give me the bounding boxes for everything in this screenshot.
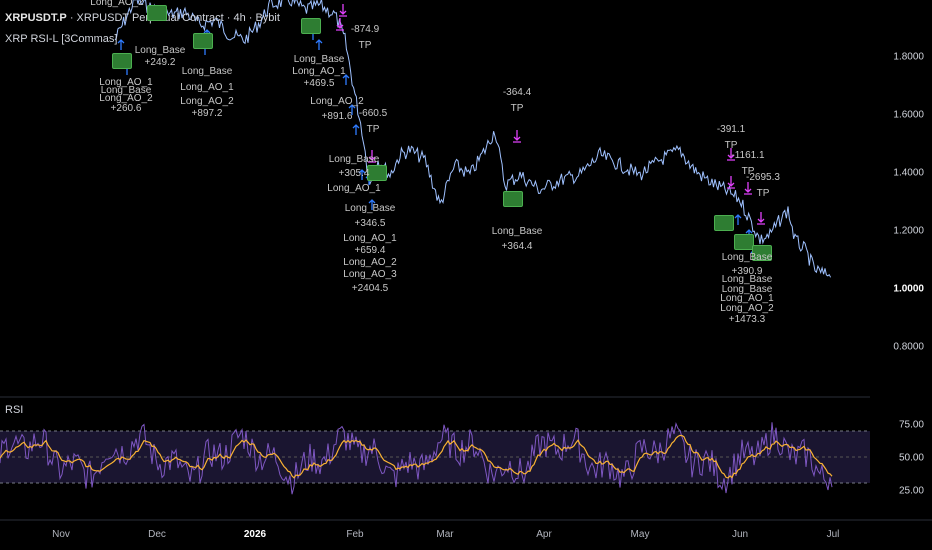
time-tick: 2026: [243, 529, 267, 540]
indicator-legend[interactable]: XRP RSI-L [3Commas]: [5, 33, 117, 45]
trade-label-line: +659.4: [354, 245, 386, 256]
trade-label-line: +1473.3: [728, 314, 766, 325]
symbol-separator: ·: [69, 12, 77, 24]
rsi-tick: 25.00: [898, 485, 924, 497]
price-axis[interactable]: 1.8000 1.6000 1.4000 1.2000 1.0000 0.800…: [872, 0, 932, 520]
price-tick: 1.8000: [893, 51, 924, 63]
tp-label: -364.4 TP: [503, 87, 531, 115]
trade-label-line: Long_AO_1: [343, 233, 397, 244]
tp-label-value: -364.4: [502, 87, 532, 98]
price-tick: 0.8000: [893, 341, 924, 353]
long-entry-marker[interactable]: [112, 53, 132, 69]
trade-label-line: +364.4: [501, 241, 533, 252]
trade-label-line: +2404.5: [351, 283, 389, 294]
tp-arrows: [336, 4, 765, 225]
price-tick: 1.4000: [893, 167, 924, 179]
trade-label-line: Long_Base: [491, 226, 543, 237]
long-entry-marker[interactable]: [193, 33, 213, 49]
price-tick: 1.6000: [893, 109, 924, 121]
trade-label-line: Long_Base: [328, 154, 380, 165]
trade-label: Long_AO_2: [90, 0, 143, 9]
symbol-ticker: XRPUSDT.P: [5, 12, 67, 24]
tp-label: -660.5 TP: [359, 108, 387, 136]
trade-label: Long_Base Long_AO_1 Long_AO_2 +897.2: [180, 66, 233, 120]
entry-arrow: [315, 39, 323, 50]
trade-label-line: Long_AO_2: [180, 96, 234, 107]
trade-label-line: Long_AO_3: [343, 269, 397, 280]
tp-label-text: TP: [756, 188, 770, 199]
time-tick: Dec: [148, 529, 166, 540]
time-tick: Jul: [826, 529, 840, 540]
tp-label-value: -391.1: [716, 124, 746, 135]
time-tick: Mar: [436, 529, 454, 540]
trade-label-line: +249.2: [144, 57, 176, 68]
trade-label-line: Long_AO_1: [292, 66, 346, 77]
trade-label-line: +305.4: [338, 168, 370, 179]
entry-arrow: [117, 39, 125, 50]
trade-label-line: Long_AO_2: [310, 96, 364, 107]
long-entry-marker[interactable]: [734, 234, 754, 250]
rsi-pane-title[interactable]: RSI: [5, 404, 23, 416]
symbol-description: XRPUSDT Perpetual Contract · 4h · Bybit: [76, 12, 280, 24]
tp-arrow: [757, 212, 765, 225]
trade-label-line: Long_AO_2: [343, 257, 397, 268]
tp-arrow: [339, 4, 347, 17]
long-entry-marker[interactable]: [503, 191, 523, 207]
trade-label: Long_Base +249.2: [135, 45, 186, 69]
trade-label-line: +346.5: [354, 218, 386, 229]
trade-label: Long_Base Long_AO_1 +469.5: [292, 54, 345, 90]
tp-label-value: -660.5: [358, 108, 388, 119]
trade-label: Long_Base +346.5 Long_AO_1 +659.4 Long_A…: [343, 203, 396, 295]
time-tick: Jun: [731, 529, 749, 540]
time-tick: Apr: [536, 529, 552, 540]
trade-label: Long_AO_1 Long_Base Long_AO_2 +260.6: [99, 77, 152, 115]
trade-label: Long_Base +390.9 Long_Base Long_Base Lon…: [720, 252, 773, 326]
rsi-tick: 50.00: [898, 452, 924, 464]
trade-label-line: Long_AO_1: [180, 82, 234, 93]
tp-label-text: TP: [358, 40, 372, 51]
trade-label-line: Long_Base: [181, 66, 233, 77]
time-tick: Feb: [346, 529, 364, 540]
trade-label-line: +897.2: [191, 108, 223, 119]
rsi-tick: 75.00: [898, 419, 924, 431]
tp-label-text: TP: [510, 103, 524, 114]
trade-label: Long_AO_2 +891.6: [310, 96, 363, 123]
long-entry-marker[interactable]: [301, 18, 321, 34]
trade-label-line: Long_Base: [721, 252, 773, 263]
tp-label-value: -2695.3: [746, 172, 780, 183]
trade-label-line: Long_Base: [134, 45, 186, 56]
entry-arrows: [117, 29, 758, 260]
trade-label-line: +891.6: [321, 111, 353, 122]
trade-label: Long_Base +305.4 Long_AO_1: [327, 154, 380, 195]
tp-label: -391.1 TP: [717, 124, 745, 152]
trade-label-line: Long_AO_2: [90, 0, 144, 8]
long-entry-marker[interactable]: [147, 5, 167, 21]
symbol-header[interactable]: XRPUSDT.P · XRPUSDT Perpetual Contract ·…: [5, 12, 280, 24]
trade-label-line: +469.5: [303, 78, 335, 89]
entry-arrow: [734, 214, 742, 225]
tp-label-value: -1161.1: [731, 150, 765, 161]
time-tick: Nov: [52, 529, 70, 540]
price-tick: 1.0000: [893, 283, 924, 295]
long-entry-marker[interactable]: [714, 215, 734, 231]
time-tick: May: [630, 529, 650, 540]
trade-label-line: Long_Base: [344, 203, 396, 214]
tp-label: -874.9 TP: [351, 24, 379, 52]
tp-label-text: TP: [366, 124, 380, 135]
trade-label-line: Long_AO_1: [327, 183, 381, 194]
tp-label-value: -874.9: [350, 24, 380, 35]
tp-label: -2695.3 TP: [746, 172, 780, 200]
trade-label: Long_Base +364.4: [492, 226, 543, 253]
trade-label-line: Long_Base: [293, 54, 345, 65]
tp-arrow: [513, 130, 521, 143]
price-tick: 1.2000: [893, 225, 924, 237]
